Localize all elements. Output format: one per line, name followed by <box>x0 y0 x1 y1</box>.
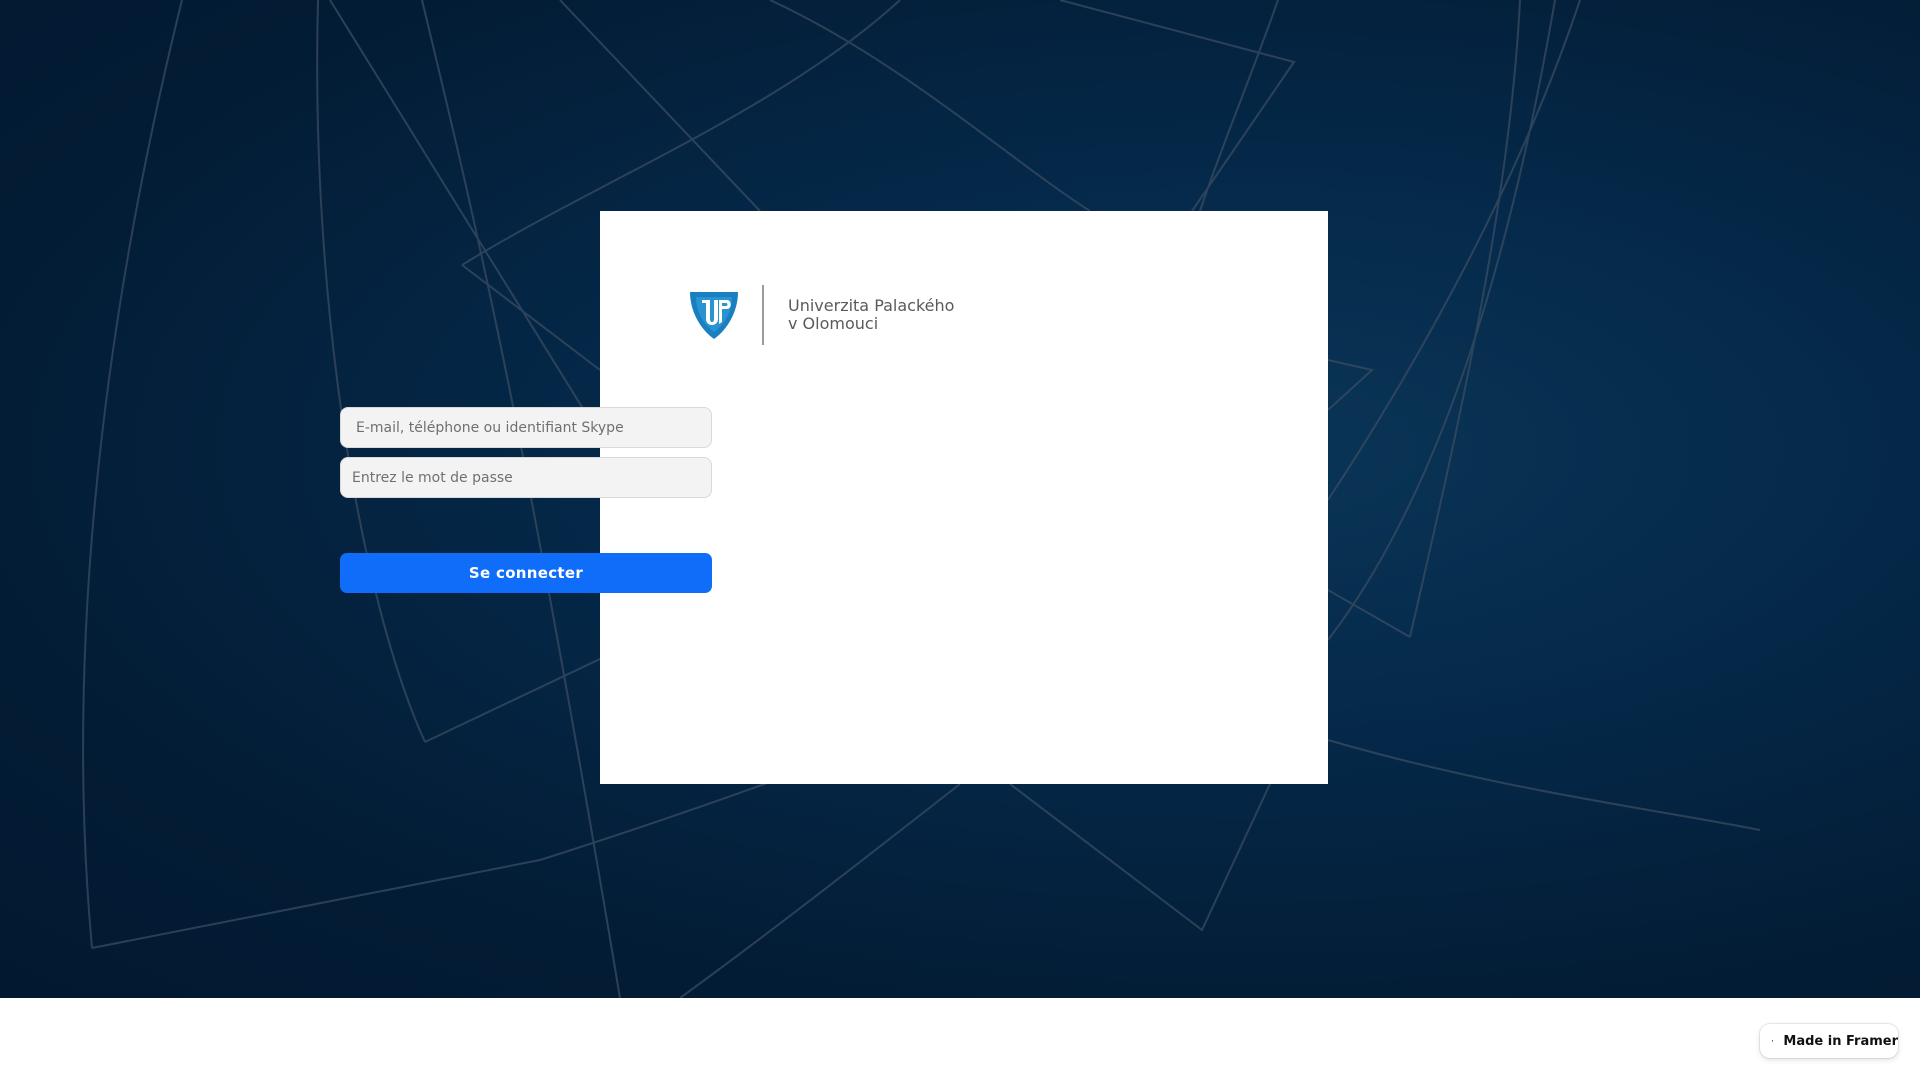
university-name: Univerzita Palackého v Olomouci <box>788 297 954 333</box>
up-shield-icon <box>690 292 738 339</box>
university-name-line2: v Olomouci <box>788 314 879 333</box>
logo-divider <box>762 285 764 345</box>
email-input[interactable] <box>340 407 712 448</box>
password-input[interactable] <box>340 457 712 498</box>
framer-logo-icon <box>1772 1040 1774 1042</box>
made-in-framer-label: Made in Framer <box>1783 1033 1898 1049</box>
made-in-framer-badge[interactable]: Made in Framer <box>1760 1024 1898 1058</box>
sign-in-button[interactable]: Se connecter <box>340 553 712 593</box>
login-form: Se connecter <box>340 407 712 593</box>
university-logo: Univerzita Palackého v Olomouci <box>688 285 954 345</box>
university-name-line1: Univerzita Palackého <box>788 296 955 315</box>
footer-strip <box>0 998 1920 1080</box>
